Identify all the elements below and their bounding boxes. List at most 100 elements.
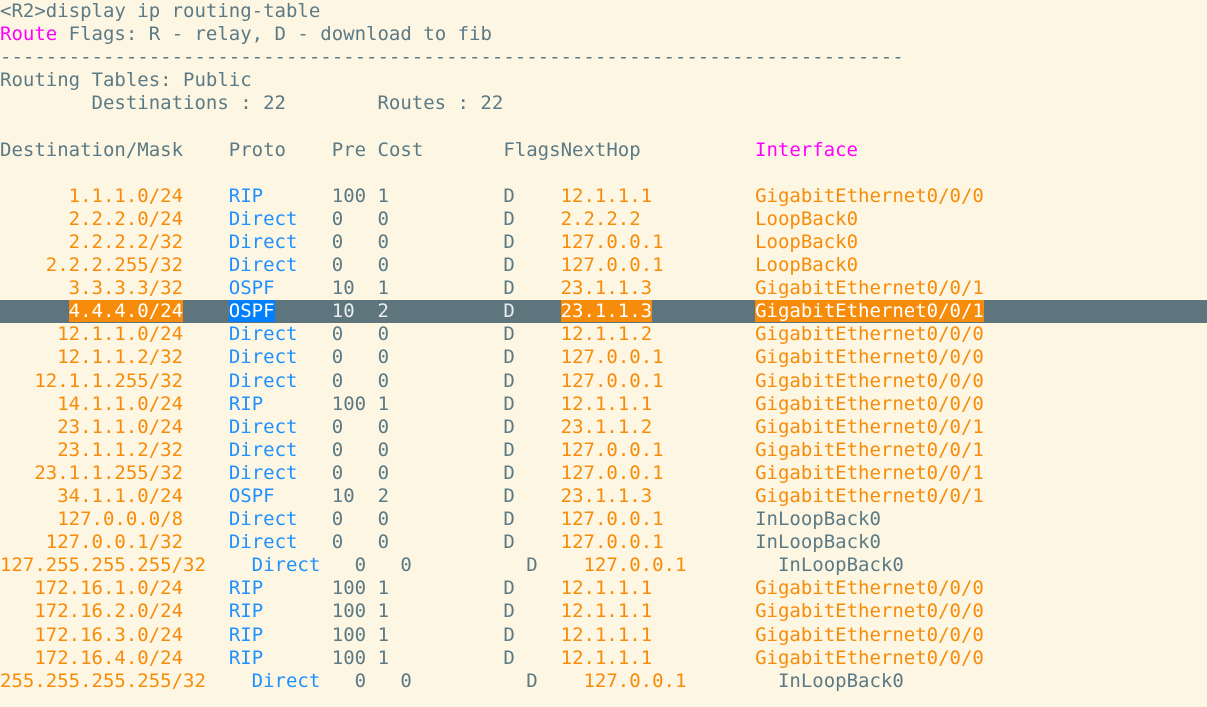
route-pre: 10 xyxy=(331,277,355,300)
route-interface: GigabitEthernet0/0/1 xyxy=(755,484,984,507)
table-row[interactable]: 3.3.3.3/32 OSPF 10 1 D 23.1.1.3 GigabitE… xyxy=(0,277,1207,300)
route-table-body[interactable]: 1.1.1.0/24 RIP 100 1 D 12.1.1.1 GigabitE… xyxy=(0,185,1207,693)
column-gap xyxy=(366,600,377,622)
table-row[interactable]: 34.1.1.0/24 OSPF 10 2 D 23.1.1.3 Gigabit… xyxy=(0,485,1207,508)
column-gap xyxy=(389,624,503,646)
route-flag: D xyxy=(526,554,538,577)
route-proto: Direct xyxy=(228,438,298,461)
table-row[interactable]: 2.2.2.0/24 Direct 0 0 D 2.2.2.2 LoopBack… xyxy=(0,208,1207,231)
route-proto: OSPF xyxy=(228,277,275,300)
route-nexthop: 127.0.0.1 xyxy=(560,461,664,484)
route-pre: 100 xyxy=(331,600,367,623)
route-proto: Direct xyxy=(228,461,298,484)
column-gap xyxy=(343,462,377,484)
column-gap xyxy=(412,554,526,576)
column-gap xyxy=(389,531,503,553)
route-pre: 100 xyxy=(331,577,367,600)
route-flag: D xyxy=(503,577,515,600)
route-proto: RIP xyxy=(228,646,264,669)
column-gap xyxy=(652,416,755,438)
route-flag: D xyxy=(503,438,515,461)
route-nexthop: 23.1.1.2 xyxy=(560,415,653,438)
column-gap xyxy=(183,323,229,345)
table-row[interactable]: 255.255.255.255/32 Direct 0 0 D 127.0.0.… xyxy=(0,670,1207,693)
route-flag: D xyxy=(503,230,515,253)
route-proto: RIP xyxy=(228,577,264,600)
route-nexthop: 127.0.0.1 xyxy=(560,508,664,531)
column-gap xyxy=(389,370,503,392)
route-proto: Direct xyxy=(251,669,321,692)
route-interface: LoopBack0 xyxy=(755,230,859,253)
column-gap xyxy=(0,185,69,207)
table-row[interactable]: 12.1.1.255/32 Direct 0 0 D 127.0.0.1 Gig… xyxy=(0,370,1207,393)
table-row[interactable]: 12.1.1.0/24 Direct 0 0 D 12.1.1.2 Gigabi… xyxy=(0,323,1207,346)
table-row[interactable]: 172.16.4.0/24 RIP 100 1 D 12.1.1.1 Gigab… xyxy=(0,647,1207,670)
route-cost: 0 xyxy=(377,254,390,277)
column-gap xyxy=(652,485,755,507)
table-row[interactable]: 1.1.1.0/24 RIP 100 1 D 12.1.1.1 GigabitE… xyxy=(0,185,1207,208)
column-gap xyxy=(515,277,561,299)
table-row[interactable]: 4.4.4.0/24 OSPF 10 2 D 23.1.1.3 GigabitE… xyxy=(0,300,1207,324)
route-flag: D xyxy=(503,300,515,323)
column-gap xyxy=(515,254,561,276)
column-gap xyxy=(183,370,229,392)
table-row[interactable]: 127.0.0.1/32 Direct 0 0 D 127.0.0.1 InLo… xyxy=(0,531,1207,554)
route-destination: 1.1.1.0/24 xyxy=(68,184,184,207)
route-cost: 1 xyxy=(377,600,390,623)
column-gap xyxy=(652,600,755,622)
route-cost: 0 xyxy=(377,207,389,230)
route-destination: 127.0.0.0/8 xyxy=(57,508,184,531)
column-gap xyxy=(389,577,503,599)
table-row[interactable]: 23.1.1.2/32 Direct 0 0 D 127.0.0.1 Gigab… xyxy=(0,439,1207,462)
table-row[interactable]: 23.1.1.255/32 Direct 0 0 D 127.0.0.1 Gig… xyxy=(0,462,1207,485)
route-nexthop: 23.1.1.3 xyxy=(560,277,653,300)
route-pre: 100 xyxy=(331,392,367,415)
column-gap xyxy=(263,393,332,415)
column-gap xyxy=(183,393,229,415)
route-flag: D xyxy=(503,623,515,646)
table-row[interactable]: 2.2.2.2/32 Direct 0 0 D 127.0.0.1 LoopBa… xyxy=(0,231,1207,254)
column-gap xyxy=(0,254,46,276)
column-gap xyxy=(343,231,377,253)
table-row[interactable]: 23.1.1.0/24 Direct 0 0 D 23.1.1.2 Gigabi… xyxy=(0,416,1207,439)
route-proto: Direct xyxy=(251,554,321,577)
column-gap xyxy=(515,439,561,461)
route-interface: InLoopBack0 xyxy=(755,508,881,531)
route-nexthop: 12.1.1.1 xyxy=(560,577,653,600)
table-row[interactable]: 14.1.1.0/24 RIP 100 1 D 12.1.1.1 Gigabit… xyxy=(0,393,1207,416)
table-row[interactable]: 127.0.0.0/8 Direct 0 0 D 127.0.0.1 InLoo… xyxy=(0,508,1207,531)
column-gap xyxy=(366,670,400,692)
table-row[interactable]: 172.16.1.0/24 RIP 100 1 D 12.1.1.1 Gigab… xyxy=(0,577,1207,600)
route-nexthop: 23.1.1.3 xyxy=(560,300,653,323)
route-proto: Direct xyxy=(228,323,298,346)
table-row[interactable]: 172.16.2.0/24 RIP 100 1 D 12.1.1.1 Gigab… xyxy=(0,600,1207,623)
route-cost: 0 xyxy=(377,230,389,253)
routing-tables-label: Routing Tables: Public xyxy=(0,69,252,92)
route-interface: GigabitEthernet0/0/0 xyxy=(755,184,984,207)
column-gap xyxy=(389,277,503,299)
route-proto: Direct xyxy=(228,254,298,277)
table-row[interactable]: 172.16.3.0/24 RIP 100 1 D 12.1.1.1 Gigab… xyxy=(0,624,1207,647)
route-pre: 100 xyxy=(331,184,367,207)
route-flag: D xyxy=(526,669,538,692)
table-row[interactable]: 2.2.2.255/32 Direct 0 0 D 127.0.0.1 Loop… xyxy=(0,254,1207,277)
column-gap xyxy=(297,370,331,392)
table-row[interactable]: 127.255.255.255/32 Direct 0 0 D 127.0.0.… xyxy=(0,554,1207,577)
route-cost: 0 xyxy=(377,415,390,438)
table-row[interactable]: 12.1.1.2/32 Direct 0 0 D 127.0.0.1 Gigab… xyxy=(0,346,1207,369)
column-gap xyxy=(275,485,332,507)
column-gap xyxy=(641,208,755,230)
terminal-output[interactable]: <R2>display ip routing-table Route Flags… xyxy=(0,0,1207,707)
column-gap xyxy=(297,231,331,253)
column-gap xyxy=(297,508,331,530)
column-gap xyxy=(0,508,57,530)
column-gap xyxy=(515,531,561,553)
column-header-proto: Proto xyxy=(228,138,332,161)
column-gap xyxy=(297,254,331,276)
route-cost: 1 xyxy=(377,623,390,646)
route-proto: RIP xyxy=(228,392,264,415)
route-cost: 0 xyxy=(377,531,390,554)
column-gap xyxy=(343,323,377,345)
column-gap xyxy=(343,208,377,230)
